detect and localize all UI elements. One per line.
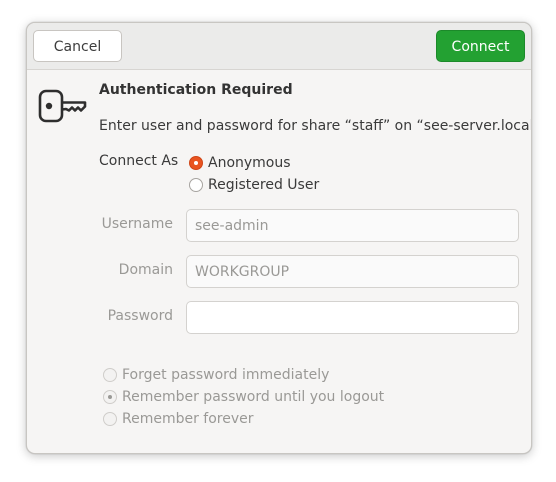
dialog-title: Authentication Required [99,82,293,98]
password-label: Password [107,308,173,324]
radio-remember-until-logout-label: Remember password until you logout [122,389,385,405]
cancel-button[interactable]: Cancel [33,30,122,62]
radio-unselected-icon [103,368,117,382]
dialog-message: Enter user and password for share “staff… [99,118,532,134]
radio-forget-password-label: Forget password immediately [122,367,330,383]
username-label: Username [101,216,173,232]
radio-unselected-icon [189,178,203,192]
password-field[interactable] [186,301,519,334]
domain-label: Domain [118,262,173,278]
radio-selected-icon [189,156,203,170]
radio-remember-until-logout[interactable]: Remember password until you logout [103,387,384,407]
connect-as-label: Connect As [99,153,179,169]
authentication-dialog: Cancel Connect Authentication Required E… [26,22,532,454]
username-field[interactable] [186,209,519,242]
radio-anonymous[interactable]: Anonymous [189,153,291,173]
radio-registered-user[interactable]: Registered User [189,175,319,195]
radio-selected-icon [103,390,117,404]
radio-anonymous-label: Anonymous [208,155,291,171]
radio-remember-forever-label: Remember forever [122,411,254,427]
radio-registered-user-label: Registered User [208,177,320,193]
radio-remember-forever[interactable]: Remember forever [103,409,254,429]
header-bar: Cancel Connect [27,23,531,70]
domain-field[interactable] [186,255,519,288]
key-icon [38,89,87,123]
radio-forget-password[interactable]: Forget password immediately [103,365,329,385]
connect-button[interactable]: Connect [436,30,525,62]
radio-unselected-icon [103,412,117,426]
